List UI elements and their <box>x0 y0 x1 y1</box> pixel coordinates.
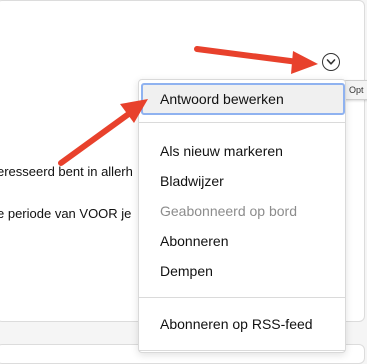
menu-item-mute[interactable]: Dempen <box>139 256 345 286</box>
menu-item-mark-as-new[interactable]: Als nieuw markeren <box>139 136 345 166</box>
menu-item-subscribed-to-board: Geabonneerd op bord <box>160 203 297 219</box>
menu-item-bookmark[interactable]: Bladwijzer <box>139 166 345 196</box>
menu-item-subscribe-rss[interactable]: Abonneren op RSS-feed <box>139 309 345 339</box>
menu-item-edit-reply[interactable]: Antwoord bewerken <box>141 83 345 115</box>
post-text-line: eresseerd bent in allerh <box>0 164 133 179</box>
menu-item-subscribe[interactable]: Abonneren <box>139 226 345 256</box>
chevron-down-icon <box>326 59 336 65</box>
options-button[interactable] <box>322 53 340 71</box>
options-tooltip: Opt <box>343 80 367 100</box>
options-dropdown-menu: Antwoord bewerken Als nieuw markeren Bla… <box>138 79 346 353</box>
menu-divider <box>139 122 345 123</box>
post-text-line: e periode van VOOR je <box>0 206 132 221</box>
menu-divider <box>139 297 345 298</box>
menu-divider <box>139 350 345 351</box>
